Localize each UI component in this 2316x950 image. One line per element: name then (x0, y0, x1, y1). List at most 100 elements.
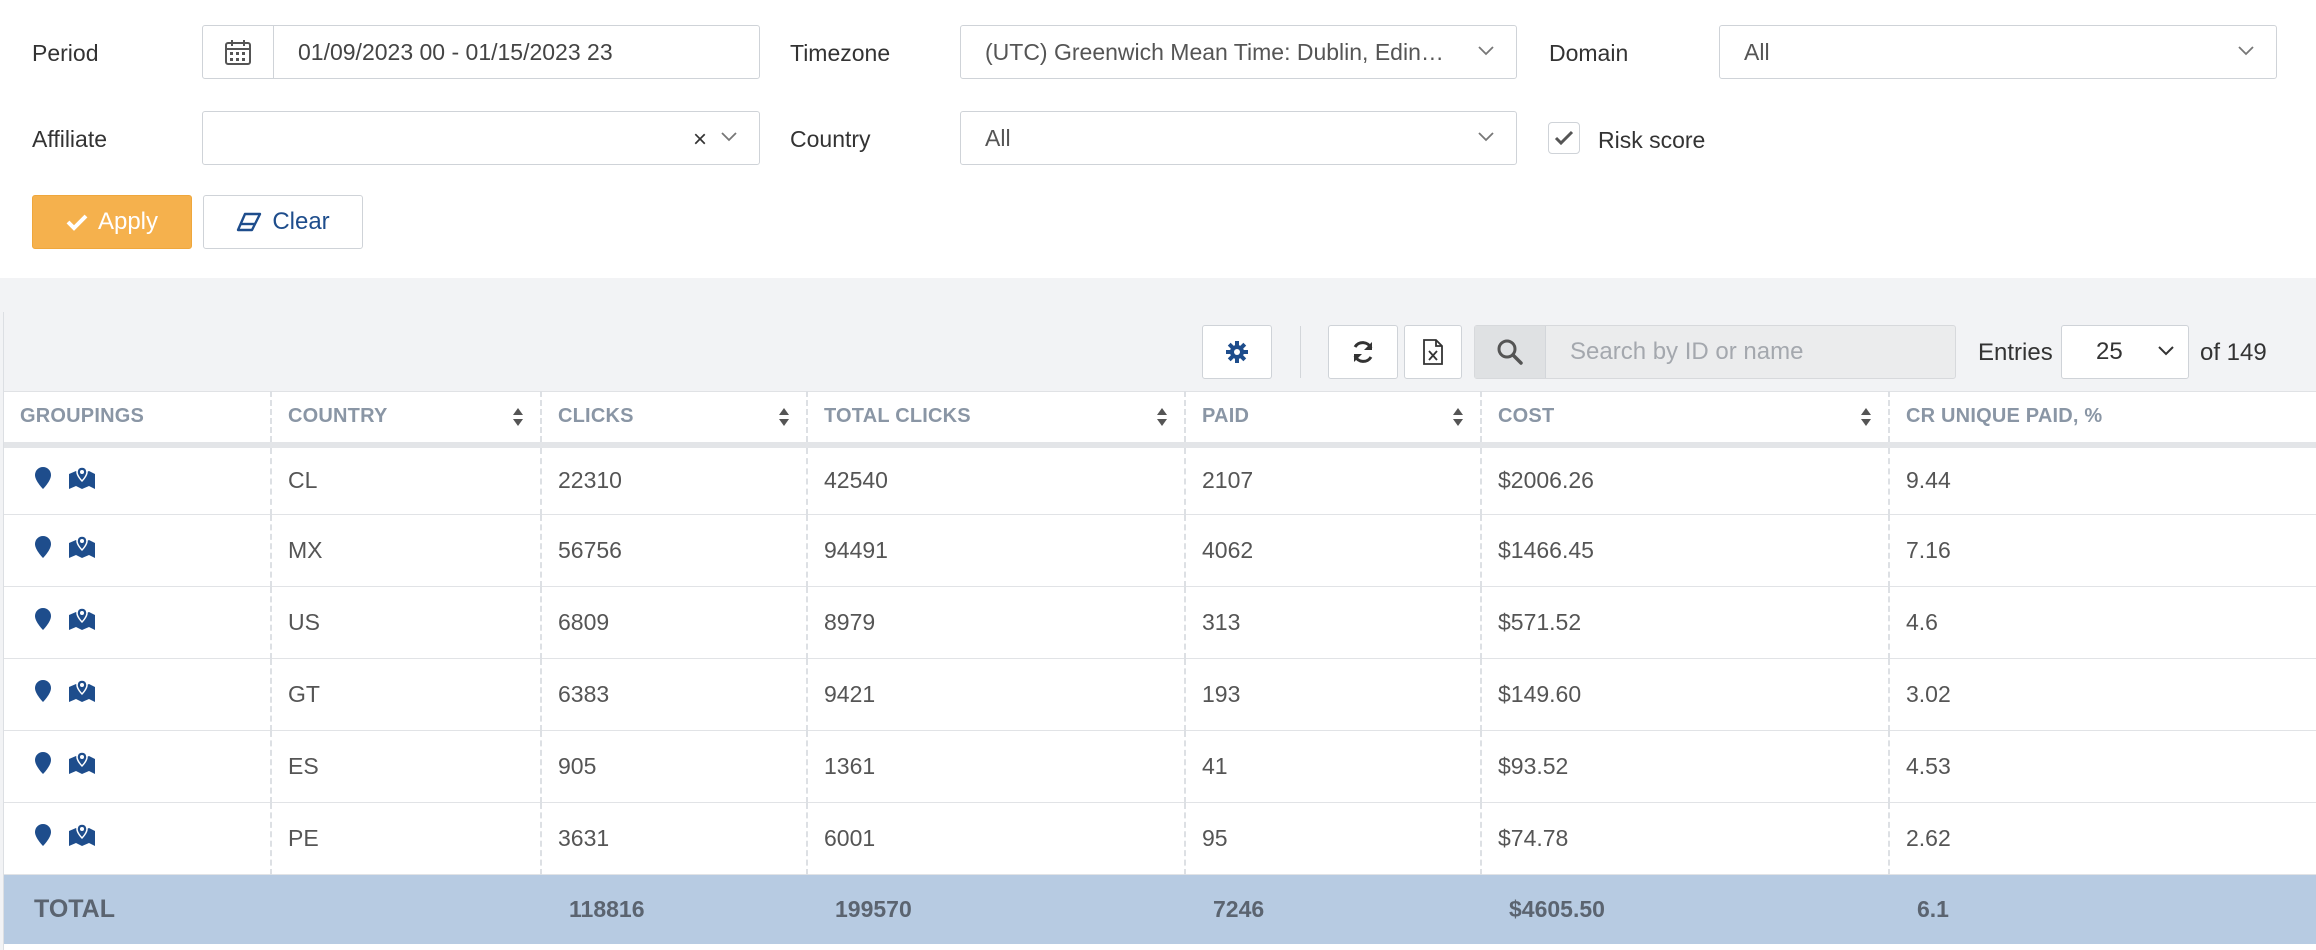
cr-cell: 2.62 (1888, 802, 2316, 875)
cost-cell: $571.52 (1480, 586, 1889, 659)
clicks-cell: 6383 (540, 658, 807, 731)
column-header-paid[interactable]: PAID (1184, 391, 1481, 448)
cost-cell: $93.52 (1480, 730, 1889, 803)
search-box[interactable] (1474, 325, 1956, 379)
table-row: PE 3631 6001 95 $74.78 2.62 (4, 802, 2316, 875)
timezone-select[interactable]: (UTC) Greenwich Mean Time: Dublin, Edinb… (960, 25, 1517, 79)
cost-cell: $74.78 (1480, 802, 1889, 875)
column-header-label: CLICKS (558, 405, 634, 427)
settings-button[interactable] (1202, 325, 1272, 379)
cr-cell: 3.02 (1888, 658, 2316, 731)
location-pin-icon[interactable] (34, 679, 52, 709)
cost-cell: $149.60 (1480, 658, 1889, 731)
chevron-down-icon (721, 132, 737, 142)
apply-button[interactable]: Apply (32, 195, 192, 249)
location-pin-icon[interactable] (34, 607, 52, 637)
export-excel-button[interactable] (1404, 325, 1462, 379)
column-header-label: PAID (1202, 405, 1250, 427)
clicks-cell: 6809 (540, 586, 807, 659)
groupings-cell (4, 514, 271, 587)
eraser-icon (237, 212, 262, 232)
grouping-icons (20, 679, 270, 709)
map-icon[interactable] (68, 751, 96, 781)
clicks-cell: 905 (540, 730, 807, 803)
entries-select[interactable]: 25 (2061, 325, 2189, 379)
risk-score-checkbox[interactable] (1548, 122, 1580, 154)
column-header-country[interactable]: COUNTRY (270, 391, 541, 448)
total-country-cell (271, 874, 541, 944)
total-entries: of 149 (2200, 339, 2267, 366)
column-header-total-clicks[interactable]: TOTAL CLICKS (806, 391, 1185, 448)
total-clicks-cell: 1361 (806, 730, 1185, 803)
refresh-button[interactable] (1328, 325, 1398, 379)
column-header-clicks[interactable]: CLICKS (540, 391, 807, 448)
table-body: CL 22310 42540 2107 $2006.26 9.44 MX 56756 94491… (4, 445, 2316, 875)
sort-icon (779, 408, 789, 426)
column-header-cr-unique-paid[interactable]: CR UNIQUE PAID, % (1888, 391, 2316, 448)
map-icon[interactable] (68, 465, 96, 496)
paid-cell: 95 (1184, 802, 1481, 875)
paid-cell: 313 (1184, 586, 1481, 659)
map-icon[interactable] (68, 823, 96, 853)
total-cost: $4605.50 (1481, 874, 1889, 944)
country-cell: US (270, 586, 541, 659)
cr-cell: 4.53 (1888, 730, 2316, 803)
total-cr: 6.1 (1889, 874, 2316, 944)
clicks-cell: 3631 (540, 802, 807, 875)
country-select[interactable]: All (960, 111, 1517, 165)
total-clicks-cell: 42540 (806, 445, 1185, 515)
domain-label: Domain (1549, 40, 1629, 66)
table-toolbar: Entries 25 of 149 (4, 312, 2316, 392)
search-input[interactable] (1546, 326, 1955, 378)
location-pin-icon[interactable] (34, 823, 52, 853)
country-cell: ES (270, 730, 541, 803)
calendar-icon[interactable] (203, 26, 274, 78)
groupings-cell (4, 730, 271, 803)
affiliate-select[interactable]: × (202, 111, 760, 165)
clear-button[interactable]: Clear (203, 195, 363, 249)
total-clicks-cell: 9421 (806, 658, 1185, 731)
map-icon[interactable] (68, 679, 96, 709)
clear-icon[interactable]: × (693, 126, 707, 154)
period-date-range[interactable]: 01/09/2023 00 - 01/15/2023 23 (202, 25, 760, 79)
report-panel: Entries 25 of 149 GROUPINGS COUNTRY CLIC… (3, 312, 2316, 950)
apply-button-label: Apply (97, 208, 159, 235)
country-label: Country (790, 126, 871, 152)
groupings-cell (4, 658, 271, 731)
column-header-label: COST (1498, 405, 1555, 427)
total-label: TOTAL (4, 874, 271, 944)
cost-cell: $2006.26 (1480, 445, 1889, 515)
clicks-cell: 22310 (540, 445, 807, 515)
total-total-clicks: 199570 (807, 874, 1185, 944)
report-table: GROUPINGS COUNTRY CLICKS TOTAL CLICKS PA… (4, 391, 2316, 944)
sort-icon (1861, 408, 1871, 426)
domain-select[interactable]: All (1719, 25, 2277, 79)
timezone-value: (UTC) Greenwich Mean Time: Dublin, Edinb… (985, 38, 1473, 65)
period-value: 01/09/2023 00 - 01/15/2023 23 (298, 38, 613, 65)
location-pin-icon[interactable] (34, 466, 52, 496)
risk-score-label[interactable]: Risk score (1598, 127, 1705, 154)
total-row: TOTAL 118816 199570 7246 $4605.50 6.1 (4, 874, 2316, 944)
column-header-cost[interactable]: COST (1480, 391, 1889, 448)
checkmark-icon (66, 214, 88, 231)
gear-icon (1226, 341, 1248, 363)
affiliate-label: Affiliate (32, 126, 108, 152)
total-clicks-cell: 6001 (806, 802, 1185, 875)
column-header-label: COUNTRY (288, 405, 388, 427)
map-icon[interactable] (68, 607, 96, 637)
paid-cell: 4062 (1184, 514, 1481, 587)
map-icon[interactable] (68, 535, 96, 565)
table-header-row: GROUPINGS COUNTRY CLICKS TOTAL CLICKS PA… (4, 391, 2316, 448)
entries-label: Entries (1978, 339, 2053, 366)
location-pin-icon[interactable] (34, 751, 52, 781)
table-row: GT 6383 9421 193 $149.60 3.02 (4, 658, 2316, 731)
domain-value: All (1744, 38, 1770, 65)
search-icon[interactable] (1475, 326, 1546, 378)
country-cell: PE (270, 802, 541, 875)
total-clicks-cell: 8979 (806, 586, 1185, 659)
groupings-cell (4, 802, 271, 875)
timezone-label: Timezone (790, 40, 891, 66)
location-pin-icon[interactable] (34, 535, 52, 565)
column-header-label: TOTAL CLICKS (824, 405, 971, 427)
excel-file-icon (1423, 339, 1443, 365)
